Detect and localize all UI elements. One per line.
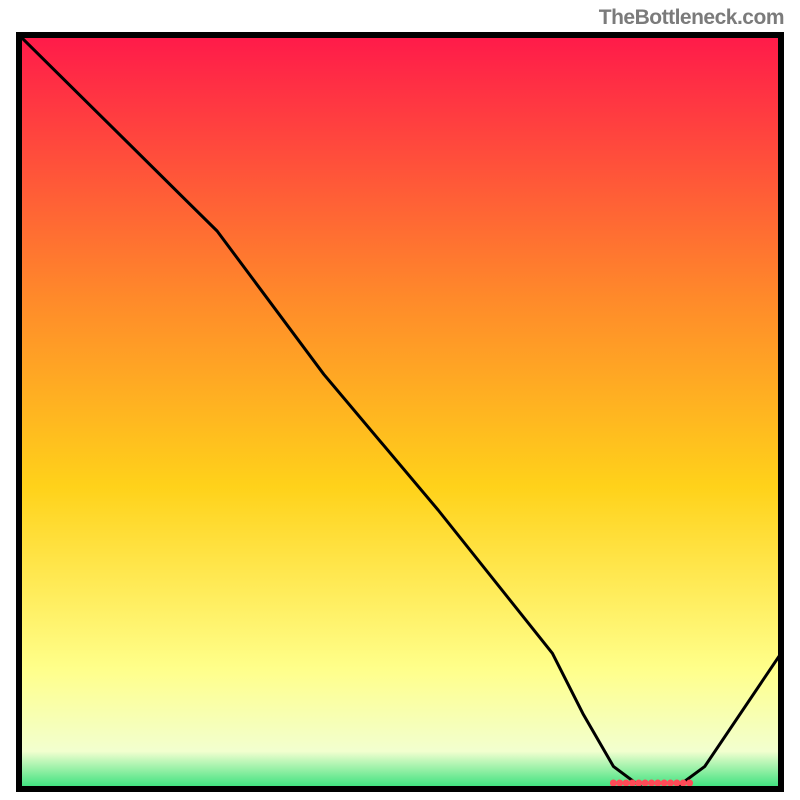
watermark-text: TheBottleneck.com [599, 6, 784, 30]
chart-svg [16, 32, 784, 792]
chart-container [16, 32, 784, 792]
